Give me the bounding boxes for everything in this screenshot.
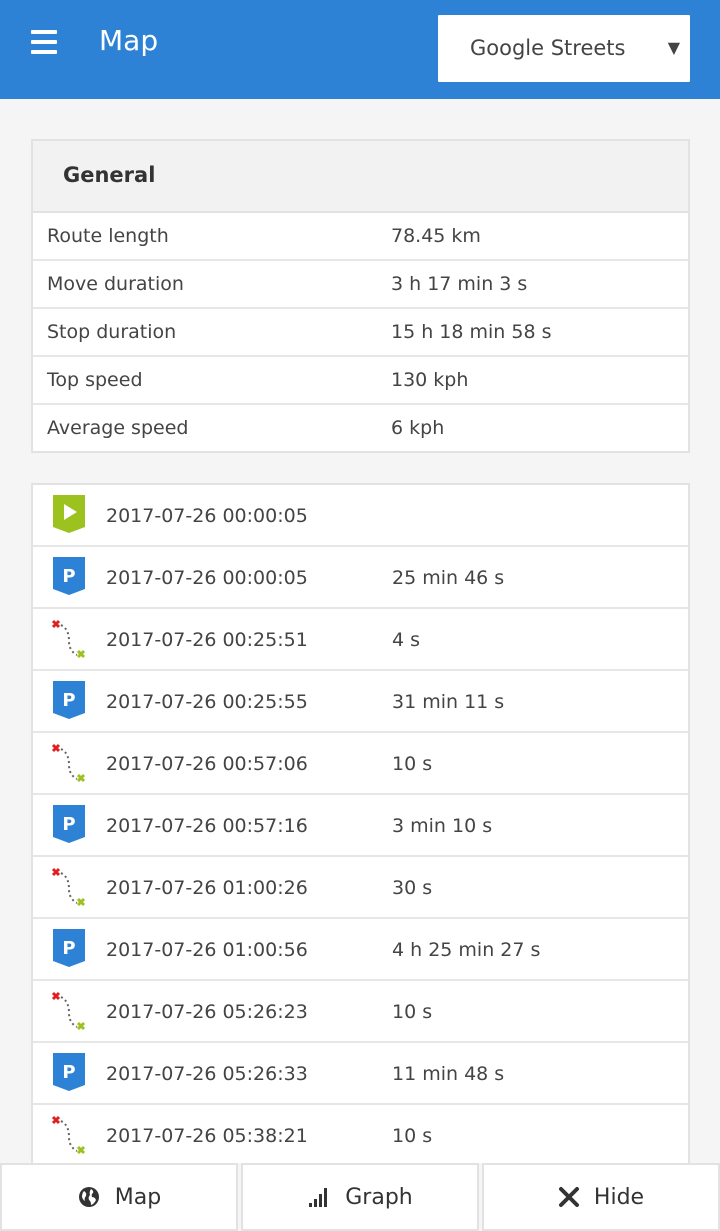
svg-text:P: P: [62, 690, 75, 711]
bottom-nav: Map Graph Hide: [0, 1163, 720, 1231]
general-panel: General Route length 78.45 km Move durat…: [31, 139, 690, 453]
event-duration: 3 min 10 s: [392, 815, 493, 837]
stat-value: 15 h 18 min 58 s: [391, 321, 552, 343]
list-item[interactable]: 2017-07-26 00:57:06 10 s: [33, 733, 688, 795]
general-panel-header: General: [33, 141, 688, 213]
signal-bars-icon: [309, 1188, 328, 1207]
parking-icon: P: [53, 805, 85, 843]
map-layer-select[interactable]: Google Streets ▼: [438, 15, 690, 82]
event-time: 2017-07-26 00:00:05: [106, 505, 308, 527]
list-item[interactable]: P 2017-07-26 00:57:16 3 min 10 s: [33, 795, 688, 857]
hamburger-menu-icon[interactable]: [31, 30, 57, 54]
event-duration: 30 s: [392, 877, 433, 899]
list-item[interactable]: 2017-07-26 05:38:21 10 s: [33, 1105, 688, 1167]
event-time: 2017-07-26 00:57:06: [106, 753, 308, 775]
stat-label: Top speed: [47, 369, 143, 391]
list-item[interactable]: P 2017-07-26 05:26:33 11 min 48 s: [33, 1043, 688, 1105]
event-time: 2017-07-26 00:25:55: [106, 691, 308, 713]
stat-label: Route length: [47, 225, 169, 247]
event-time: 2017-07-26 05:38:21: [106, 1125, 308, 1147]
event-time: 2017-07-26 05:26:23: [106, 1001, 308, 1023]
event-duration: 11 min 48 s: [392, 1063, 505, 1085]
event-time: 2017-07-26 00:25:51: [106, 629, 308, 651]
stat-row-stop-duration: Stop duration 15 h 18 min 58 s: [33, 309, 688, 357]
stat-label: Move duration: [47, 273, 184, 295]
list-item[interactable]: 2017-07-26 00:25:51 4 s: [33, 609, 688, 671]
chevron-down-icon: ▼: [667, 38, 680, 57]
list-item[interactable]: P 2017-07-26 01:00:56 4 h 25 min 27 s: [33, 919, 688, 981]
event-time: 2017-07-26 00:57:16: [106, 815, 308, 837]
event-duration: 10 s: [392, 753, 433, 775]
event-duration: 10 s: [392, 1125, 433, 1147]
parking-icon: P: [53, 557, 85, 595]
drive-segment-icon: [51, 1115, 86, 1155]
stat-label: Average speed: [47, 417, 189, 439]
stat-value: 6 kph: [391, 417, 445, 439]
svg-text:P: P: [62, 814, 75, 835]
parking-icon: P: [53, 681, 85, 719]
drive-segment-icon: [51, 743, 86, 783]
list-item[interactable]: P 2017-07-26 00:00:05 25 min 46 s: [33, 547, 688, 609]
route-events-list: 2017-07-26 00:00:05 P 2017-07-26 00:00:0…: [31, 483, 690, 1167]
list-item[interactable]: P 2017-07-26 00:25:55 31 min 11 s: [33, 671, 688, 733]
stat-value: 130 kph: [391, 369, 469, 391]
stat-row-average-speed: Average speed 6 kph: [33, 405, 688, 451]
event-time: 2017-07-26 00:00:05: [106, 567, 308, 589]
drive-segment-icon: [51, 867, 86, 907]
stat-row-route-length: Route length 78.45 km: [33, 213, 688, 261]
event-time: 2017-07-26 05:26:33: [106, 1063, 308, 1085]
event-duration: 25 min 46 s: [392, 567, 505, 589]
map-layer-selected-value: Google Streets: [470, 36, 626, 60]
close-icon: [558, 1187, 579, 1207]
event-duration: 4 s: [392, 629, 421, 651]
event-duration: 10 s: [392, 1001, 433, 1023]
general-panel-title: General: [63, 163, 156, 187]
page-title: Map: [99, 24, 159, 57]
drive-segment-icon: [51, 991, 86, 1031]
graph-button[interactable]: Graph: [241, 1163, 479, 1231]
stat-label: Stop duration: [47, 321, 177, 343]
globe-icon: [78, 1187, 99, 1207]
svg-text:P: P: [62, 1062, 75, 1083]
stat-value: 78.45 km: [391, 225, 481, 247]
top-app-bar: Map Google Streets ▼: [0, 0, 720, 99]
map-button[interactable]: Map: [0, 1163, 238, 1231]
hide-button-label: Hide: [593, 1184, 645, 1210]
stat-value: 3 h 17 min 3 s: [391, 273, 528, 295]
hide-button[interactable]: Hide: [482, 1163, 720, 1231]
list-item[interactable]: 2017-07-26 01:00:26 30 s: [33, 857, 688, 919]
svg-text:P: P: [62, 566, 75, 587]
list-item[interactable]: 2017-07-26 05:26:23 10 s: [33, 981, 688, 1043]
drive-segment-icon: [51, 619, 86, 659]
stat-row-move-duration: Move duration 3 h 17 min 3 s: [33, 261, 688, 309]
map-button-label: Map: [114, 1184, 162, 1210]
event-duration: 4 h 25 min 27 s: [392, 939, 541, 961]
stat-row-top-speed: Top speed 130 kph: [33, 357, 688, 405]
event-time: 2017-07-26 01:00:56: [106, 939, 308, 961]
route-start-icon: [53, 495, 85, 533]
graph-button-label: Graph: [345, 1184, 413, 1210]
parking-icon: P: [53, 1053, 85, 1091]
parking-icon: P: [53, 929, 85, 967]
list-item[interactable]: 2017-07-26 00:00:05: [33, 485, 688, 547]
event-time: 2017-07-26 01:00:26: [106, 877, 308, 899]
svg-text:P: P: [62, 938, 75, 959]
event-duration: 31 min 11 s: [392, 691, 505, 713]
